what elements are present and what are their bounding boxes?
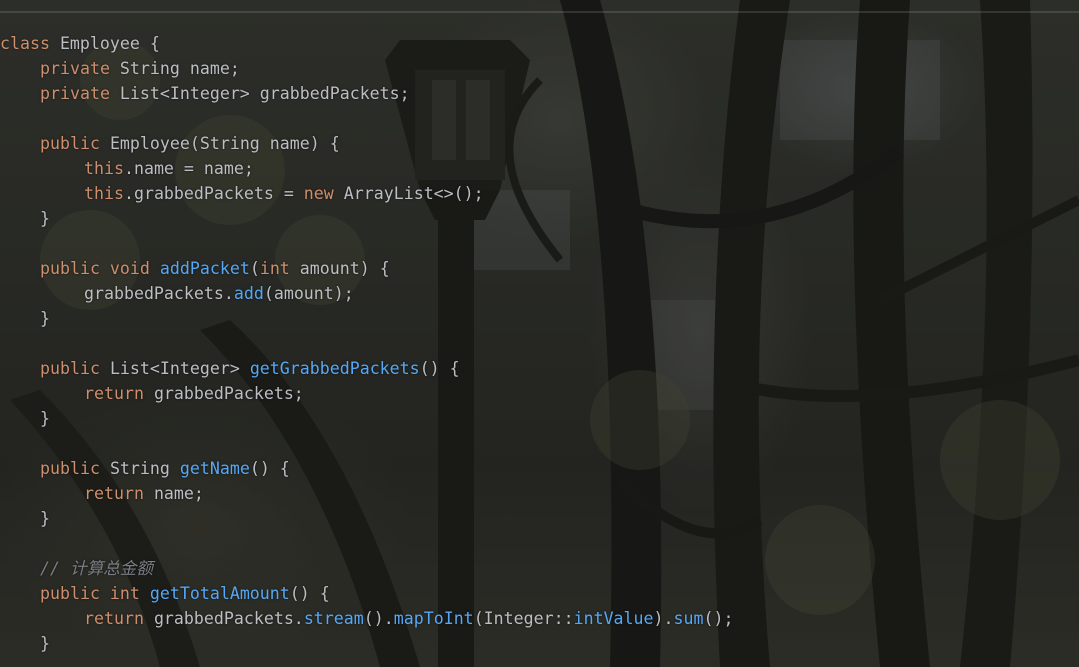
code-token: getTotalAmount	[149, 584, 290, 603]
code-line[interactable]: private List<Integer> grabbedPackets;	[0, 81, 733, 106]
code-line[interactable]: }	[0, 506, 733, 531]
code-token: stream	[303, 609, 364, 628]
code-token: return	[84, 384, 144, 403]
code-token: private	[40, 59, 110, 78]
code-line[interactable]: }	[0, 306, 733, 331]
code-token: public	[40, 459, 100, 478]
code-line[interactable]	[0, 231, 733, 256]
code-token: new	[303, 184, 334, 203]
code-token: Employee {	[49, 34, 160, 53]
code-token: }	[40, 409, 50, 428]
code-token: .grabbedPackets =	[123, 184, 304, 203]
code-token: () {	[419, 359, 460, 378]
code-token: List<Integer>	[99, 359, 250, 378]
code-token: getName	[179, 459, 250, 478]
code-token: amount) {	[289, 259, 390, 278]
code-token: public	[40, 359, 100, 378]
code-line[interactable]: // 计算总金额	[0, 556, 733, 581]
code-token: mapToInt	[393, 609, 474, 628]
code-line[interactable]: this.name = name;	[0, 156, 733, 181]
code-token: add	[233, 284, 264, 303]
code-token: sum	[673, 609, 704, 628]
editor-top-divider	[0, 11, 1079, 13]
code-token: () {	[249, 459, 290, 478]
code-line[interactable]: private String name;	[0, 56, 733, 81]
code-line[interactable]: public int getTotalAmount() {	[0, 581, 733, 606]
code-lines[interactable]: class Employee {private String name; priv…	[0, 31, 733, 656]
code-line[interactable]: }	[0, 406, 733, 431]
code-token: }	[40, 634, 50, 653]
code-token: ArrayList<>();	[333, 184, 484, 203]
code-line[interactable]: }	[0, 206, 733, 231]
code-editor[interactable]: class Employee {private String name; priv…	[0, 0, 1079, 667]
code-token: class	[0, 34, 50, 53]
code-token: // 计算总金额	[40, 559, 153, 578]
code-token: Employee(String name) {	[99, 134, 340, 153]
code-token: private	[40, 84, 110, 103]
code-token: public int	[40, 584, 140, 603]
code-line[interactable]: this.grabbedPackets = new ArrayList<>();	[0, 181, 733, 206]
code-token: grabbedPackets.	[143, 609, 304, 628]
code-line[interactable]	[0, 106, 733, 131]
code-line[interactable]: class Employee {	[0, 31, 733, 56]
code-token: getGrabbedPackets	[249, 359, 420, 378]
code-token: ().	[363, 609, 394, 628]
code-line[interactable]: return grabbedPackets;	[0, 381, 733, 406]
code-line[interactable]: public String getName() {	[0, 456, 733, 481]
code-token: }	[40, 509, 50, 528]
code-line[interactable]: return name;	[0, 481, 733, 506]
code-line[interactable]	[0, 431, 733, 456]
code-token: ).	[653, 609, 674, 628]
code-line[interactable]: public Employee(String name) {	[0, 131, 733, 156]
code-token: () {	[289, 584, 330, 603]
code-token: grabbedPackets.	[84, 284, 234, 303]
code-token: }	[40, 209, 50, 228]
code-token: intValue	[573, 609, 654, 628]
code-token: this	[84, 184, 124, 203]
code-token: public void	[40, 259, 150, 278]
code-token: List<Integer> grabbedPackets;	[109, 84, 410, 103]
code-token: this	[84, 159, 124, 178]
code-line[interactable]	[0, 331, 733, 356]
code-token: return	[84, 609, 144, 628]
code-token: grabbedPackets;	[143, 384, 304, 403]
code-line[interactable]: return grabbedPackets.stream().mapToInt(…	[0, 606, 733, 631]
code-token: String	[99, 459, 180, 478]
code-token: String name;	[109, 59, 240, 78]
code-token: addPacket	[159, 259, 250, 278]
code-token: int	[259, 259, 290, 278]
code-token: public	[40, 134, 100, 153]
code-token: (Integer::	[473, 609, 574, 628]
code-token: .name = name;	[123, 159, 254, 178]
code-line[interactable]: public void addPacket(int amount) {	[0, 256, 733, 281]
code-token: (amount);	[263, 284, 354, 303]
code-line[interactable]: public List<Integer> getGrabbedPackets()…	[0, 356, 733, 381]
code-token: ();	[703, 609, 734, 628]
code-token: }	[40, 309, 50, 328]
code-token: return	[84, 484, 144, 503]
code-line[interactable]: }	[0, 631, 733, 656]
code-token: (	[249, 259, 260, 278]
code-line[interactable]: grabbedPackets.add(amount);	[0, 281, 733, 306]
code-token: name;	[143, 484, 204, 503]
code-line[interactable]	[0, 531, 733, 556]
